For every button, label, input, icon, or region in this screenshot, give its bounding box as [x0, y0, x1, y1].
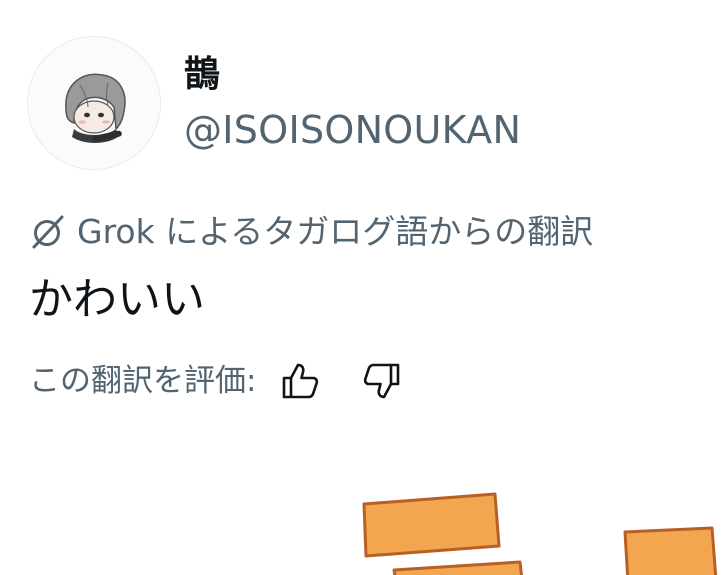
user-handle[interactable]: @ISOISONOUKAN: [184, 106, 521, 154]
thumbs-up-icon: [283, 363, 319, 399]
thumbs-up-button[interactable]: [276, 358, 324, 404]
media-preview[interactable]: [0, 470, 721, 575]
translation-rating: この翻訳を評価:: [29, 358, 406, 404]
avatar[interactable]: [27, 36, 161, 170]
translation-source: Grok によるタガログ語からの翻訳: [29, 210, 593, 254]
thumbs-down-icon: [364, 363, 400, 399]
rate-translation-label: この翻訳を評価:: [29, 363, 257, 399]
translated-text: かわいい: [29, 274, 205, 325]
grok-icon: [32, 215, 64, 249]
translation-source-label: Grok によるタガログ語からの翻訳: [77, 212, 594, 251]
display-name[interactable]: 鵲: [184, 52, 220, 98]
thumbs-down-button[interactable]: [358, 358, 406, 404]
illustration-image: [362, 492, 718, 575]
avatar-image: [28, 37, 160, 169]
